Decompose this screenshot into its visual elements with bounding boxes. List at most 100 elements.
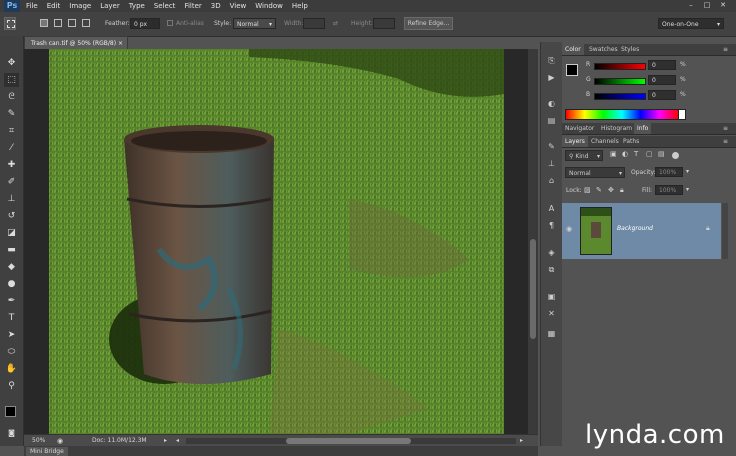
vertical-scrollbar[interactable] [528, 49, 538, 434]
refine-edge-button[interactable]: Refine Edge... [404, 17, 453, 30]
history-brush-icon[interactable]: ↺ [4, 209, 19, 223]
menu-file[interactable]: File [26, 0, 38, 12]
workspace-dropdown[interactable]: One-on-One ▾ [658, 18, 724, 29]
healing-icon[interactable]: ✚ [4, 158, 19, 172]
intersect-selection-icon[interactable] [82, 19, 90, 27]
vertical-scroll-thumb[interactable] [530, 239, 536, 339]
hand-icon[interactable]: ✋ [4, 362, 19, 376]
subtract-selection-icon[interactable] [68, 19, 76, 27]
3d-icon[interactable]: ◈ [544, 246, 559, 260]
color-fg-swatch[interactable] [566, 64, 578, 76]
filter-toggle-icon[interactable] [672, 152, 679, 159]
brush-icon[interactable]: ✐ [4, 175, 19, 189]
quick-mask-icon[interactable]: ◙ [4, 426, 19, 440]
opacity-input[interactable]: 100% [655, 167, 683, 177]
eraser-icon[interactable]: ◪ [4, 226, 19, 240]
menu-filter[interactable]: Filter [184, 0, 201, 12]
width-input[interactable] [303, 18, 325, 29]
horizontal-scrollbar[interactable] [186, 438, 516, 444]
marquee-icon[interactable]: ⬚ [4, 73, 19, 87]
canvas-image[interactable] [49, 49, 504, 434]
brush-panel-icon[interactable]: ✎ [544, 140, 559, 154]
blend-mode-dropdown[interactable]: Normal ▾ [565, 167, 625, 178]
measurement-icon[interactable]: ✕ [544, 307, 559, 321]
style-dropdown[interactable]: Normal ▾ [233, 18, 276, 29]
channel-b-slider[interactable] [594, 93, 646, 100]
minimize-button[interactable]: – [686, 1, 696, 10]
mini-bridge-tab[interactable]: Mini Bridge [26, 447, 68, 456]
layer-comps-icon[interactable]: ▣ [544, 290, 559, 304]
layer-name[interactable]: Background [617, 225, 653, 232]
lock-image-icon[interactable]: ✎ [596, 186, 602, 194]
tool-preset-picker[interactable] [4, 17, 16, 30]
tab-styles[interactable]: Styles [618, 44, 642, 55]
properties-icon[interactable]: ▤ [544, 114, 559, 128]
menu-help[interactable]: Help [292, 0, 308, 12]
notes-icon[interactable]: ▦ [544, 327, 559, 341]
path-select-icon[interactable]: ➤ [4, 328, 19, 342]
dodge-icon[interactable]: ● [4, 277, 19, 291]
tab-swatches[interactable]: Swatches [586, 44, 621, 55]
lock-transparent-icon[interactable]: ▨ [584, 186, 591, 194]
maximize-button[interactable]: □ [702, 1, 712, 10]
timeline-icon[interactable]: ⧉ [544, 263, 559, 277]
lock-position-icon[interactable]: ✥ [608, 186, 614, 194]
eye-icon[interactable]: ◉ [566, 225, 572, 233]
adjustments-icon[interactable]: ◐ [544, 97, 559, 111]
menu-layer[interactable]: Layer [100, 0, 120, 12]
tab-navigator[interactable]: Navigator [562, 123, 597, 134]
type-icon[interactable]: T [4, 311, 19, 325]
layers-scrollbar[interactable] [722, 203, 728, 259]
channel-r-input[interactable]: 0 [648, 60, 676, 70]
menu-window[interactable]: Window [255, 0, 283, 12]
menu-type[interactable]: Type [129, 0, 145, 12]
lasso-icon[interactable]: ᘓ [4, 90, 19, 104]
filter-pixel-icon[interactable]: ▣ [610, 150, 617, 158]
panel-menu-icon[interactable]: ≡ [720, 136, 731, 147]
filter-smart-icon[interactable]: ▤ [658, 150, 665, 158]
crop-icon[interactable]: ⌗ [4, 124, 19, 138]
swap-icon[interactable]: ⇄ [333, 20, 338, 27]
tab-channels[interactable]: Channels [588, 136, 622, 147]
pen-icon[interactable]: ✒ [4, 294, 19, 308]
height-input[interactable] [373, 18, 395, 29]
filter-shape-icon[interactable]: ▢ [646, 150, 653, 158]
fill-input[interactable]: 100% [655, 185, 683, 195]
layer-row-background[interactable]: ◉ Background 🔒︎ [562, 203, 721, 259]
channel-r-slider[interactable] [594, 63, 646, 70]
channel-b-input[interactable]: 0 [648, 90, 676, 100]
gradient-icon[interactable]: ▬ [4, 243, 19, 257]
tab-layers[interactable]: Layers [562, 136, 588, 147]
close-button[interactable]: ✕ [718, 1, 728, 10]
move-icon[interactable]: ✥ [4, 56, 19, 70]
zoom-icon[interactable]: ⚲ [4, 379, 19, 393]
blur-icon[interactable]: ◆ [4, 260, 19, 274]
eyedropper-icon[interactable]: ⁄ [4, 141, 19, 155]
chevron-down-icon[interactable]: ▾ [686, 168, 689, 175]
channel-g-input[interactable]: 0 [648, 75, 676, 85]
menu-edit[interactable]: Edit [47, 0, 61, 12]
clone-source-icon[interactable]: ⊥ [544, 157, 559, 171]
paragraph-icon[interactable]: ¶ [544, 219, 559, 233]
menu-image[interactable]: Image [69, 0, 91, 12]
layer-kind-filter[interactable]: ⚲ Kind ▾ [565, 150, 603, 161]
menu-3d[interactable]: 3D [211, 0, 221, 12]
filter-adjustment-icon[interactable]: ◐ [622, 150, 628, 158]
menu-select[interactable]: Select [154, 0, 176, 12]
tool-presets-icon[interactable]: ⌂ [544, 174, 559, 188]
actions-icon[interactable]: ▶ [544, 71, 559, 85]
antialias-checkbox[interactable] [167, 20, 173, 26]
panel-menu-icon[interactable]: ≡ [720, 44, 731, 55]
channel-g-slider[interactable] [594, 78, 646, 85]
color-ramp-white[interactable] [678, 109, 686, 120]
panel-menu-icon[interactable]: ≡ [720, 123, 731, 134]
tab-color[interactable]: Color [562, 44, 584, 55]
stamp-icon[interactable]: ⊥ [4, 192, 19, 206]
history-icon[interactable]: ⎘ [544, 54, 559, 68]
quick-select-icon[interactable]: ✎ [4, 107, 19, 121]
feather-input[interactable]: 0 px [130, 18, 160, 29]
filter-type-icon[interactable]: T [634, 150, 638, 158]
shape-icon[interactable]: ⬭ [4, 345, 19, 359]
chevron-down-icon[interactable]: ▾ [686, 186, 689, 193]
tab-histogram[interactable]: Histogram [598, 123, 635, 134]
